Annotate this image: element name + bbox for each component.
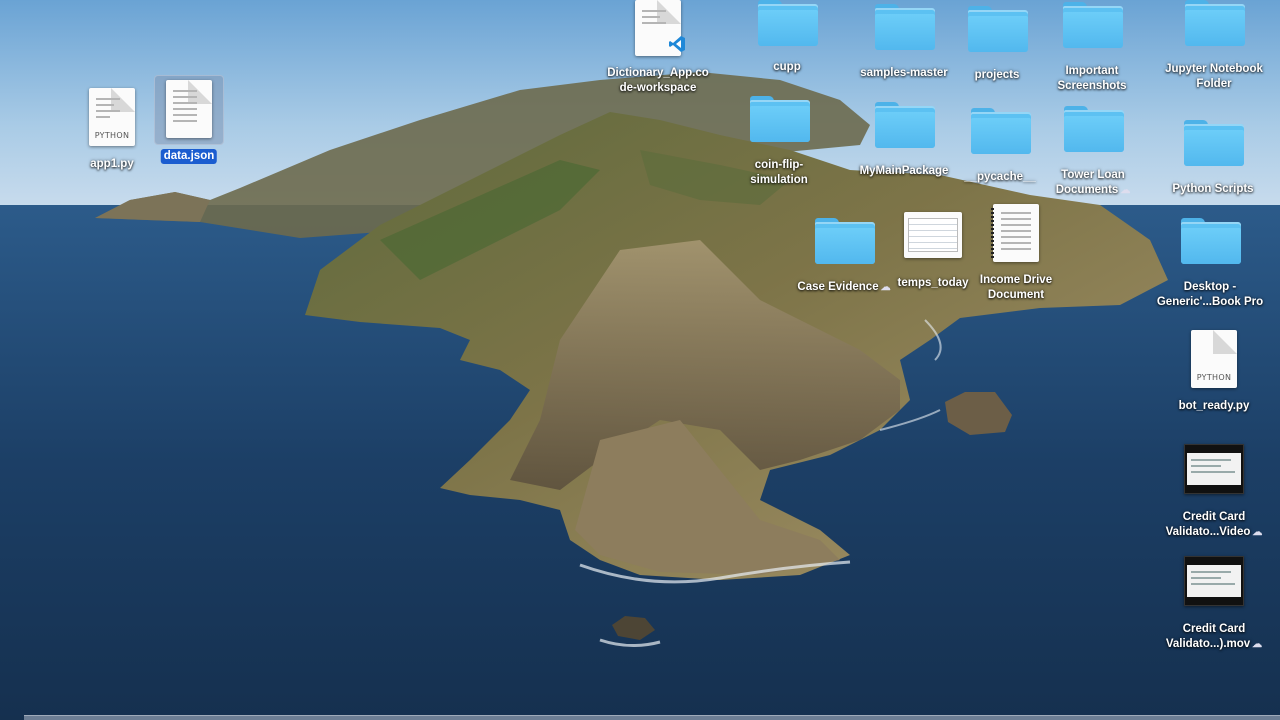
vscode-icon bbox=[669, 36, 685, 52]
desktop-icon-tower-loan-documents[interactable]: Tower Loan Documents ☁ bbox=[1028, 106, 1158, 202]
icon-label: Jupyter Notebook Folder bbox=[1165, 63, 1263, 90]
icon-label: Dictionary_App.co de-workspace bbox=[607, 67, 709, 94]
icon-label: Tower Loan Documents ☁ bbox=[1055, 169, 1131, 196]
folder-icon bbox=[968, 6, 1028, 52]
icon-label: cupp bbox=[773, 61, 801, 73]
icon-label: Important Screenshots bbox=[1057, 65, 1127, 92]
workspace-file-icon bbox=[635, 0, 685, 56]
desktop-icon-cupp[interactable]: cupp bbox=[722, 0, 852, 96]
icon-label: Desktop - Generic'...Book Pro bbox=[1156, 281, 1264, 308]
desktop-icon-bot-ready-py[interactable]: PYTHON bot_ready.py bbox=[1149, 328, 1279, 424]
folder-icon bbox=[1063, 2, 1123, 48]
folder-icon bbox=[1184, 120, 1244, 166]
python-file-icon: PYTHON bbox=[1191, 330, 1237, 388]
folder-icon bbox=[1185, 0, 1245, 46]
icon-label: bot_ready.py bbox=[1178, 400, 1250, 412]
desktop-icon-income-drive-document[interactable]: Income Drive Document bbox=[951, 204, 1081, 301]
dock-edge bbox=[24, 715, 1280, 720]
folder-icon bbox=[1064, 106, 1124, 152]
cloud-icon: ☁ bbox=[1120, 185, 1131, 196]
video-thumbnail-icon bbox=[1184, 444, 1244, 494]
icon-label: Credit Card Validato...).mov ☁ bbox=[1165, 623, 1263, 650]
desktop-icon-desktop-generic-book-pro[interactable]: Desktop - Generic'...Book Pro bbox=[1145, 218, 1275, 314]
text-file-icon bbox=[166, 80, 212, 138]
icon-label: Python Scripts bbox=[1172, 183, 1254, 195]
folder-icon bbox=[875, 102, 935, 148]
icon-label: Income Drive Document bbox=[979, 274, 1053, 301]
icon-label: coin-flip- simulation bbox=[750, 159, 808, 186]
desktop-icon-coin-flip-simulation[interactable]: coin-flip- simulation bbox=[714, 96, 844, 192]
desktop-icon-data-json[interactable]: data.json bbox=[124, 78, 254, 174]
folder-icon bbox=[750, 96, 810, 142]
desktop-icon-important-screenshots[interactable]: Important Screenshots bbox=[1027, 2, 1157, 98]
folder-icon bbox=[758, 0, 818, 46]
desktop-icon-credit-card-video[interactable]: Credit Card Validato...Video ☁ bbox=[1149, 444, 1279, 540]
desktop-icon-python-scripts[interactable]: Python Scripts bbox=[1148, 120, 1278, 216]
folder-icon bbox=[815, 218, 875, 264]
cloud-icon: ☁ bbox=[1252, 639, 1263, 650]
folder-icon bbox=[971, 108, 1031, 154]
desktop-icon-dictionary-workspace[interactable]: Dictionary_App.co de-workspace bbox=[593, 0, 723, 96]
video-thumbnail-icon bbox=[1184, 556, 1244, 606]
cloud-icon: ☁ bbox=[1252, 527, 1263, 538]
folder-icon bbox=[1181, 218, 1241, 264]
folder-icon bbox=[875, 4, 935, 50]
desktop-icon-jupyter-notebook-folder[interactable]: Jupyter Notebook Folder bbox=[1149, 0, 1279, 96]
icon-label: data.json bbox=[160, 149, 218, 164]
icon-label: Credit Card Validato...Video ☁ bbox=[1165, 511, 1263, 538]
desktop-icon-credit-card-mov[interactable]: Credit Card Validato...).mov ☁ bbox=[1149, 556, 1279, 652]
scanned-document-icon bbox=[991, 204, 1039, 262]
